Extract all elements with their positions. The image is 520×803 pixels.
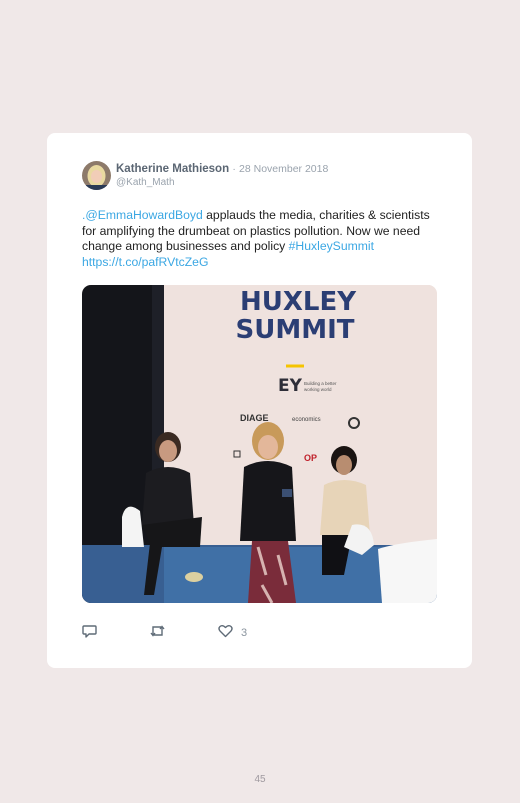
tweet-card: Katherine Mathieson · 28 November 2018 @… [47, 133, 472, 668]
page-number: 45 [254, 774, 266, 785]
banner-huxley: HUXLEY [240, 287, 357, 317]
tweet-date[interactable]: 28 November 2018 [239, 163, 328, 175]
tweet-actions: 3 [82, 624, 282, 642]
mention-link[interactable]: @EmmaHowardBoyd [85, 208, 202, 222]
url-link[interactable]: https://t.co/pafRVtcZeG [82, 255, 208, 269]
banner-summit: SUMMIT [236, 315, 355, 345]
sponsor-ey-tagline-1: Building a better [304, 381, 337, 386]
author-name[interactable]: Katherine Mathieson [116, 163, 229, 175]
like-count: 3 [241, 627, 248, 639]
separator: · [232, 163, 236, 175]
reply-action[interactable] [82, 624, 97, 642]
retweet-icon[interactable] [149, 624, 166, 643]
author-line: Katherine Mathieson · 28 November 2018 [116, 163, 328, 175]
tweet-photo[interactable]: HUXLEY SUMMIT EY Building a better worki… [82, 285, 437, 603]
like-action[interactable]: 3 [218, 624, 247, 642]
sponsor-diageo: DIAGE [240, 413, 269, 423]
retweet-action[interactable] [149, 624, 166, 642]
sponsor-op: OP [304, 453, 317, 463]
avatar[interactable] [82, 161, 111, 190]
heart-icon[interactable] [218, 624, 233, 643]
tweet-text: .@EmmaHowardBoyd applauds the media, cha… [82, 208, 437, 270]
author-handle[interactable]: @Kath_Math [116, 177, 175, 188]
sponsor-economics: economics [292, 417, 321, 423]
sponsor-ey-logo: EY [278, 376, 303, 396]
hashtag-link[interactable]: #HuxleySummit [289, 239, 374, 253]
sponsor-ey-tagline-2: working world [304, 387, 332, 392]
reply-icon[interactable] [82, 624, 97, 643]
